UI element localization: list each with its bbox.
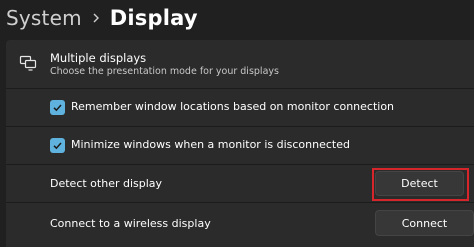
detect-button[interactable]: Detect (375, 171, 464, 196)
checkmark-icon (53, 142, 62, 150)
wireless-display-row: Connect to a wireless display Connect (6, 203, 474, 243)
connect-button[interactable]: Connect (375, 210, 474, 236)
checkmark-icon (53, 104, 62, 112)
remember-locations-label: Remember window locations based on monit… (71, 100, 395, 113)
remember-locations-row: Remember window locations based on monit… (6, 89, 474, 127)
multiple-displays-title: Multiple displays (50, 51, 147, 65)
minimize-windows-label: Minimize windows when a monitor is disco… (71, 138, 350, 151)
breadcrumb-system[interactable]: System (6, 6, 82, 30)
minimize-windows-checkbox[interactable] (50, 138, 65, 153)
breadcrumb: System Display (6, 3, 198, 33)
detect-display-row: Detect other display Detect (6, 165, 474, 203)
minimize-windows-row: Minimize windows when a monitor is disco… (6, 127, 474, 165)
multiple-displays-subtitle: Choose the presentation mode for your di… (50, 66, 279, 77)
display-settings-page: System Display Multiple displays Choose … (0, 0, 474, 247)
multiple-displays-header[interactable]: Multiple displays Choose the presentatio… (6, 40, 474, 89)
remember-locations-checkbox[interactable] (50, 100, 65, 115)
multiple-monitors-icon (18, 53, 38, 73)
wireless-display-label: Connect to a wireless display (50, 217, 211, 230)
page-title: Display (109, 6, 198, 30)
detect-display-label: Detect other display (50, 177, 163, 190)
multiple-displays-panel: Multiple displays Choose the presentatio… (6, 40, 474, 247)
chevron-right-icon (82, 12, 110, 24)
